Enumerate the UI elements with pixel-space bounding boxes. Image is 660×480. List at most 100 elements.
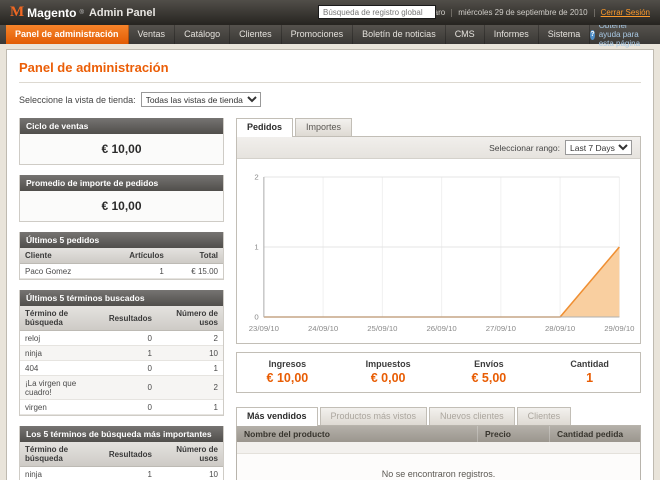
lifetime-sales-box: Ciclo de ventas € 10,00 — [19, 118, 224, 165]
tab-nuevos-clientes[interactable]: Nuevos clientes — [429, 407, 515, 425]
tab-importes[interactable]: Importes — [295, 118, 352, 136]
svg-text:25/09/10: 25/09/10 — [367, 324, 397, 333]
table-cell: ¡La virgen que cuadro! — [20, 376, 104, 400]
svg-text:24/09/10: 24/09/10 — [308, 324, 338, 333]
title-divider — [19, 82, 641, 83]
table-cell: Paco Gomez — [20, 264, 103, 279]
totals-row: Ingresos € 10,00 Impuestos € 0,00 Envíos… — [236, 352, 641, 393]
tab-mas-vendidos[interactable]: Más vendidos — [236, 407, 318, 426]
nav-item-boletin[interactable]: Boletín de noticias — [353, 25, 446, 44]
table-cell: virgen — [20, 400, 104, 415]
top-search-terms-box: Los 5 términos de búsqueda más important… — [19, 426, 224, 480]
global-search-input[interactable] — [318, 5, 436, 19]
column-header-usos: Número de usos — [157, 442, 223, 467]
magento-logo-icon: M — [10, 5, 24, 20]
tab-productos-mas-vistos[interactable]: Productos más vistos — [320, 407, 428, 425]
header-separator — [594, 9, 595, 17]
page-title: Panel de administración — [19, 60, 641, 75]
magento-logo: M Magento ® Admin Panel — [10, 5, 156, 20]
logo-text: Magento — [27, 6, 76, 20]
table-row: 40401 — [20, 361, 223, 376]
table-cell: 1 — [157, 361, 223, 376]
table-cell: 0 — [104, 361, 157, 376]
table-cell: 1 — [104, 346, 157, 361]
nav-item-ventas[interactable]: Ventas — [129, 25, 176, 44]
table-cell: 2 — [157, 376, 223, 400]
logo-subtitle: Admin Panel — [89, 7, 156, 19]
nav-item-dashboard[interactable]: Panel de administración — [6, 25, 129, 44]
grid-column-qty: Cantidad pedida — [550, 426, 640, 442]
total-label: Cantidad — [539, 359, 640, 369]
nav-item-cms[interactable]: CMS — [446, 25, 485, 44]
svg-text:23/09/10: 23/09/10 — [249, 324, 279, 333]
dashboard-left-column: Ciclo de ventas € 10,00 Promedio de impo… — [19, 118, 224, 480]
help-link-label: Obtener ayuda para esta página — [599, 21, 650, 48]
svg-text:29/09/10: 29/09/10 — [604, 324, 634, 333]
table-cell: 404 — [20, 361, 104, 376]
total-label: Envíos — [439, 359, 540, 369]
table-cell: 0 — [104, 400, 157, 415]
table-cell: ninja — [20, 467, 104, 480]
dashboard-main-column: Pedidos Importes Seleccionar rango: Last… — [236, 118, 641, 480]
orders-chart: 01223/09/1024/09/1025/09/1026/09/1027/09… — [241, 165, 636, 343]
column-header-total: Total — [169, 248, 223, 264]
last-search-terms-title: Últimos 5 términos buscados — [20, 290, 223, 306]
store-view-select[interactable]: Todas las vistas de tienda — [141, 92, 261, 107]
total-revenue: Ingresos € 10,00 — [237, 359, 338, 385]
range-label: Seleccionar rango: — [489, 143, 560, 153]
column-header-termino: Término de búsqueda — [20, 306, 104, 331]
last-search-terms-table: Término de búsqueda Resultados Número de… — [20, 306, 223, 415]
grid-column-price: Precio — [478, 426, 550, 442]
chart-tabs: Pedidos Importes — [236, 118, 641, 136]
total-label: Ingresos — [237, 359, 338, 369]
range-select[interactable]: Last 7 Days — [565, 140, 632, 155]
table-cell: 1 — [104, 467, 157, 480]
nav-item-promociones[interactable]: Promociones — [282, 25, 354, 44]
total-quantity: Cantidad 1 — [539, 359, 640, 385]
nav-item-clientes[interactable]: Clientes — [230, 25, 282, 44]
nav-item-informes[interactable]: Informes — [485, 25, 539, 44]
tab-pedidos[interactable]: Pedidos — [236, 118, 293, 137]
svg-text:2: 2 — [254, 173, 258, 182]
total-shipping: Envíos € 5,00 — [439, 359, 540, 385]
header-date: miércoles 29 de septiembre de 2010 — [458, 8, 587, 17]
nav-item-sistema[interactable]: Sistema — [539, 25, 591, 44]
top-header: M Magento ® Admin Panel Accedió como apa… — [0, 0, 660, 25]
grid-column-product: Nombre del producto — [237, 426, 478, 442]
average-orders-value: € 10,00 — [20, 191, 223, 221]
nav-item-catalogo[interactable]: Catálogo — [175, 25, 230, 44]
orders-chart-panel: Seleccionar rango: Last 7 Days 01223/09/… — [236, 136, 641, 344]
svg-text:1: 1 — [254, 243, 258, 252]
tab-clientes[interactable]: Clientes — [517, 407, 572, 425]
logout-link[interactable]: Cerrar Sesión — [601, 8, 650, 17]
svg-text:26/09/10: 26/09/10 — [426, 324, 456, 333]
table-row: virgen01 — [20, 400, 223, 415]
total-value: € 5,00 — [439, 371, 540, 385]
column-header-articulos: Artículos — [103, 248, 169, 264]
column-header-usos: Número de usos — [157, 306, 223, 331]
last-orders-table: Cliente Artículos Total Paco Gomez1€ 15.… — [20, 248, 223, 279]
table-row: reloj02 — [20, 331, 223, 346]
svg-text:27/09/10: 27/09/10 — [486, 324, 516, 333]
grid-empty-message: No se encontraron registros. — [237, 454, 640, 480]
help-icon: ? — [590, 30, 594, 40]
average-orders-title: Promedio de importe de pedidos — [20, 175, 223, 191]
total-value: 1 — [539, 371, 640, 385]
range-bar: Seleccionar rango: Last 7 Days — [237, 137, 640, 159]
content-panel: Panel de administración Seleccione la vi… — [6, 49, 654, 480]
column-header-cliente: Cliente — [20, 248, 103, 264]
table-row: ninja110 — [20, 346, 223, 361]
total-tax: Impuestos € 0,00 — [338, 359, 439, 385]
table-cell: 1 — [157, 400, 223, 415]
average-orders-box: Promedio de importe de pedidos € 10,00 — [19, 175, 224, 222]
table-cell: ninja — [20, 346, 104, 361]
table-cell: 10 — [157, 346, 223, 361]
help-link[interactable]: ? Obtener ayuda para esta página — [590, 25, 660, 44]
last-search-terms-box: Últimos 5 términos buscados Término de b… — [19, 290, 224, 416]
grid-tabs: Más vendidos Productos más vistos Nuevos… — [236, 407, 641, 425]
chart-area: 01223/09/1024/09/1025/09/1026/09/1027/09… — [237, 159, 640, 343]
table-cell: 1 — [103, 264, 169, 279]
bestsellers-grid: Nombre del producto Precio Cantidad pedi… — [236, 425, 641, 480]
column-header-termino: Término de búsqueda — [20, 442, 104, 467]
top-search-terms-title: Los 5 términos de búsqueda más important… — [20, 426, 223, 442]
